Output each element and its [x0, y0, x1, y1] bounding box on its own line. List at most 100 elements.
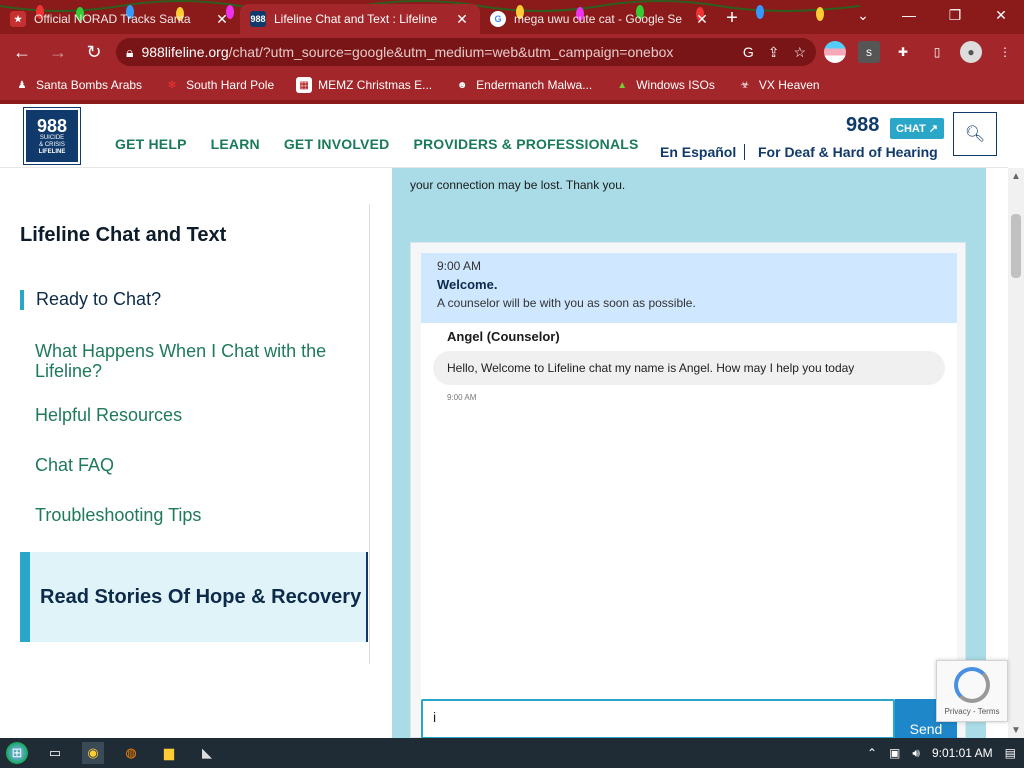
bookmark-item[interactable]: ✻ South Hard Pole: [164, 77, 274, 93]
reload-button[interactable]: ↻: [80, 38, 108, 66]
tree-bookmark-icon: ▲: [617, 79, 628, 91]
chrome-taskbar-icon[interactable]: ◉: [82, 742, 104, 764]
sidebar-item-ready-to-chat[interactable]: Ready to Chat?: [20, 289, 161, 310]
spanish-link[interactable]: En Español: [660, 144, 736, 160]
close-tab-icon[interactable]: ✕: [454, 11, 470, 28]
vx-bookmark-icon: ☣: [740, 79, 750, 91]
scroll-down-icon[interactable]: ▼: [1008, 722, 1024, 738]
app-taskbar-icon[interactable]: ◣: [196, 742, 218, 764]
bookmark-label: MEMZ Christmas E...: [318, 78, 433, 92]
bookmark-item[interactable]: ▲ Windows ISOs: [614, 77, 715, 93]
chat-notice: your connection may be lost. Thank you.: [410, 178, 626, 192]
brand-988-number[interactable]: 988: [846, 114, 879, 137]
address-bar[interactable]: 🔒︎ 988lifeline.org/chat/?utm_source=goog…: [116, 38, 816, 66]
task-view-icon[interactable]: ▭: [44, 742, 66, 764]
bookmark-item[interactable]: ▦ MEMZ Christmas E...: [296, 77, 432, 93]
network-icon[interactable]: ▣: [889, 746, 900, 760]
close-tab-icon[interactable]: ✕: [694, 11, 710, 28]
scroll-up-icon[interactable]: ▲: [1008, 168, 1024, 184]
nav-learn[interactable]: LEARN: [211, 136, 260, 152]
tab-title: Lifeline Chat and Text : Lifeline: [274, 12, 438, 26]
sidebar-item-chat-faq[interactable]: Chat FAQ: [20, 455, 340, 476]
chat-badge-label: CHAT: [896, 123, 926, 135]
chat-input[interactable]: i: [421, 699, 895, 738]
scroll-thumb[interactable]: [1011, 214, 1021, 278]
sidebar: Lifeline Chat and Text Ready to Chat? Wh…: [20, 204, 370, 664]
tab-norad[interactable]: ★ Official NORAD Tracks Santa ✕: [0, 4, 240, 34]
tray-chevron-icon[interactable]: ⌃: [867, 746, 877, 760]
close-tab-icon[interactable]: ✕: [214, 11, 230, 28]
nav-get-involved[interactable]: GET INVOLVED: [284, 136, 390, 152]
tab-title: Official NORAD Tracks Santa: [34, 12, 191, 26]
external-link-icon: ↗: [925, 123, 939, 135]
memz-bookmark-icon: ▦: [296, 77, 313, 93]
bookmark-item[interactable]: ♟ Santa Bombs Arabs: [14, 77, 143, 93]
browser-toolbar: ← → ↻ 🔒︎ 988lifeline.org/chat/?utm_sourc…: [0, 34, 1024, 70]
volume-icon[interactable]: 🔊︎: [912, 746, 920, 761]
bookmark-star-icon[interactable]: ☆: [793, 44, 806, 61]
s-extension-icon[interactable]: s: [858, 41, 880, 63]
clock[interactable]: 9:01:01 AM: [932, 746, 993, 760]
page-scrollbar[interactable]: ▲ ▼: [1008, 168, 1024, 738]
close-window-button[interactable]: ✕: [978, 0, 1024, 30]
firefox-taskbar-icon[interactable]: ◍: [120, 742, 142, 764]
logo-line: LIFELINE: [38, 148, 66, 155]
sidebar-item-troubleshooting[interactable]: Troubleshooting Tips: [20, 505, 340, 526]
chat-section: your connection may be lost. Thank you. …: [392, 168, 986, 738]
welcome-message: 9:00 AM Welcome. A counselor will be wit…: [421, 253, 957, 323]
sidebar-divider: [369, 204, 370, 664]
chat-input-value: i: [433, 709, 437, 725]
new-tab-button[interactable]: +: [720, 6, 744, 30]
file-explorer-icon[interactable]: ▆: [158, 742, 180, 764]
welcome-heading: Welcome.: [437, 277, 498, 292]
chat-panel: 9:00 AM Welcome. A counselor will be wit…: [410, 242, 966, 738]
lock-icon[interactable]: 🔒︎: [126, 44, 133, 61]
back-button[interactable]: ←: [8, 38, 36, 66]
restore-button[interactable]: ❐: [932, 0, 978, 30]
tab-google[interactable]: G mega uwu cute cat - Google Se ✕: [480, 4, 720, 34]
bookmark-item[interactable]: ☻ Endermanch Malwa...: [454, 77, 592, 93]
url-path: /chat/?utm_source=google&utm_medium=web&…: [228, 44, 674, 60]
menu-kebab-icon[interactable]: ⋮: [994, 41, 1016, 63]
recaptcha-links[interactable]: Privacy - Terms: [945, 707, 1000, 716]
sidebar-item-what-happens[interactable]: What Happens When I Chat with the Lifeli…: [20, 341, 340, 382]
divider: [744, 144, 745, 160]
share-icon[interactable]: ⇪: [768, 44, 780, 61]
forward-button[interactable]: →: [44, 38, 72, 66]
nav-get-help[interactable]: GET HELP: [115, 136, 187, 152]
windows-taskbar: ⊞ ▭ ◉ ◍ ▆ ◣ ⌃ ▣ 🔊︎ 9:01:01 AM ▤: [0, 738, 1024, 768]
message-sender: Angel (Counselor): [447, 329, 560, 344]
extensions-area: s ✚ ▯ ● ⋮: [824, 41, 1016, 63]
start-button-icon[interactable]: ⊞: [6, 742, 28, 764]
puzzle-extensions-icon[interactable]: ✚: [892, 41, 914, 63]
chat-badge[interactable]: CHAT ↗: [890, 118, 945, 139]
bookmark-label: Santa Bombs Arabs: [36, 78, 143, 92]
site-header: 988 SUICIDE & CRISIS LIFELINE GET HELP L…: [0, 104, 1008, 168]
main-nav: GET HELP LEARN GET INVOLVED PROVIDERS & …: [115, 136, 639, 152]
santa-bookmark-icon: ♟: [17, 79, 27, 91]
chat-transcript[interactable]: 9:00 AM Welcome. A counselor will be wit…: [421, 253, 957, 738]
flag-extension-icon[interactable]: [824, 41, 846, 63]
recaptcha-badge[interactable]: Privacy - Terms: [936, 660, 1008, 722]
nav-providers[interactable]: PROVIDERS & PROFESSIONALS: [413, 136, 638, 152]
sidebar-item-helpful-resources[interactable]: Helpful Resources: [20, 405, 340, 426]
welcome-body: A counselor will be with you as soon as …: [437, 296, 696, 310]
bookmark-label: VX Heaven: [758, 78, 820, 92]
system-tray: ⌃ ▣ 🔊︎ 9:01:01 AM ▤: [867, 746, 1024, 761]
tab-lifeline[interactable]: 988 Lifeline Chat and Text : Lifeline ✕: [240, 4, 480, 34]
tab-search-icon[interactable]: ⌄: [840, 0, 886, 30]
notifications-icon[interactable]: ▤: [1005, 746, 1016, 760]
logo-line: & CRISIS: [39, 141, 65, 148]
stories-label: Read Stories Of Hope & Recovery: [40, 585, 362, 608]
lifeline-logo[interactable]: 988 SUICIDE & CRISIS LIFELINE: [24, 108, 80, 164]
site-search-button[interactable]: 🔍︎: [953, 112, 997, 156]
tab-title: mega uwu cute cat - Google Se: [514, 12, 683, 26]
profile-avatar-icon[interactable]: ●: [960, 41, 982, 63]
message-text: Hello, Welcome to Lifeline chat my name …: [447, 361, 855, 375]
bookmark-item[interactable]: ☣ VX Heaven: [737, 77, 820, 93]
deaf-hard-of-hearing-link[interactable]: For Deaf & Hard of Hearing: [758, 144, 938, 160]
side-panel-icon[interactable]: ▯: [926, 41, 948, 63]
google-lens-icon[interactable]: G: [743, 44, 754, 61]
stories-of-hope-link[interactable]: Read Stories Of Hope & Recovery: [20, 552, 368, 642]
minimize-button[interactable]: —: [886, 0, 932, 30]
